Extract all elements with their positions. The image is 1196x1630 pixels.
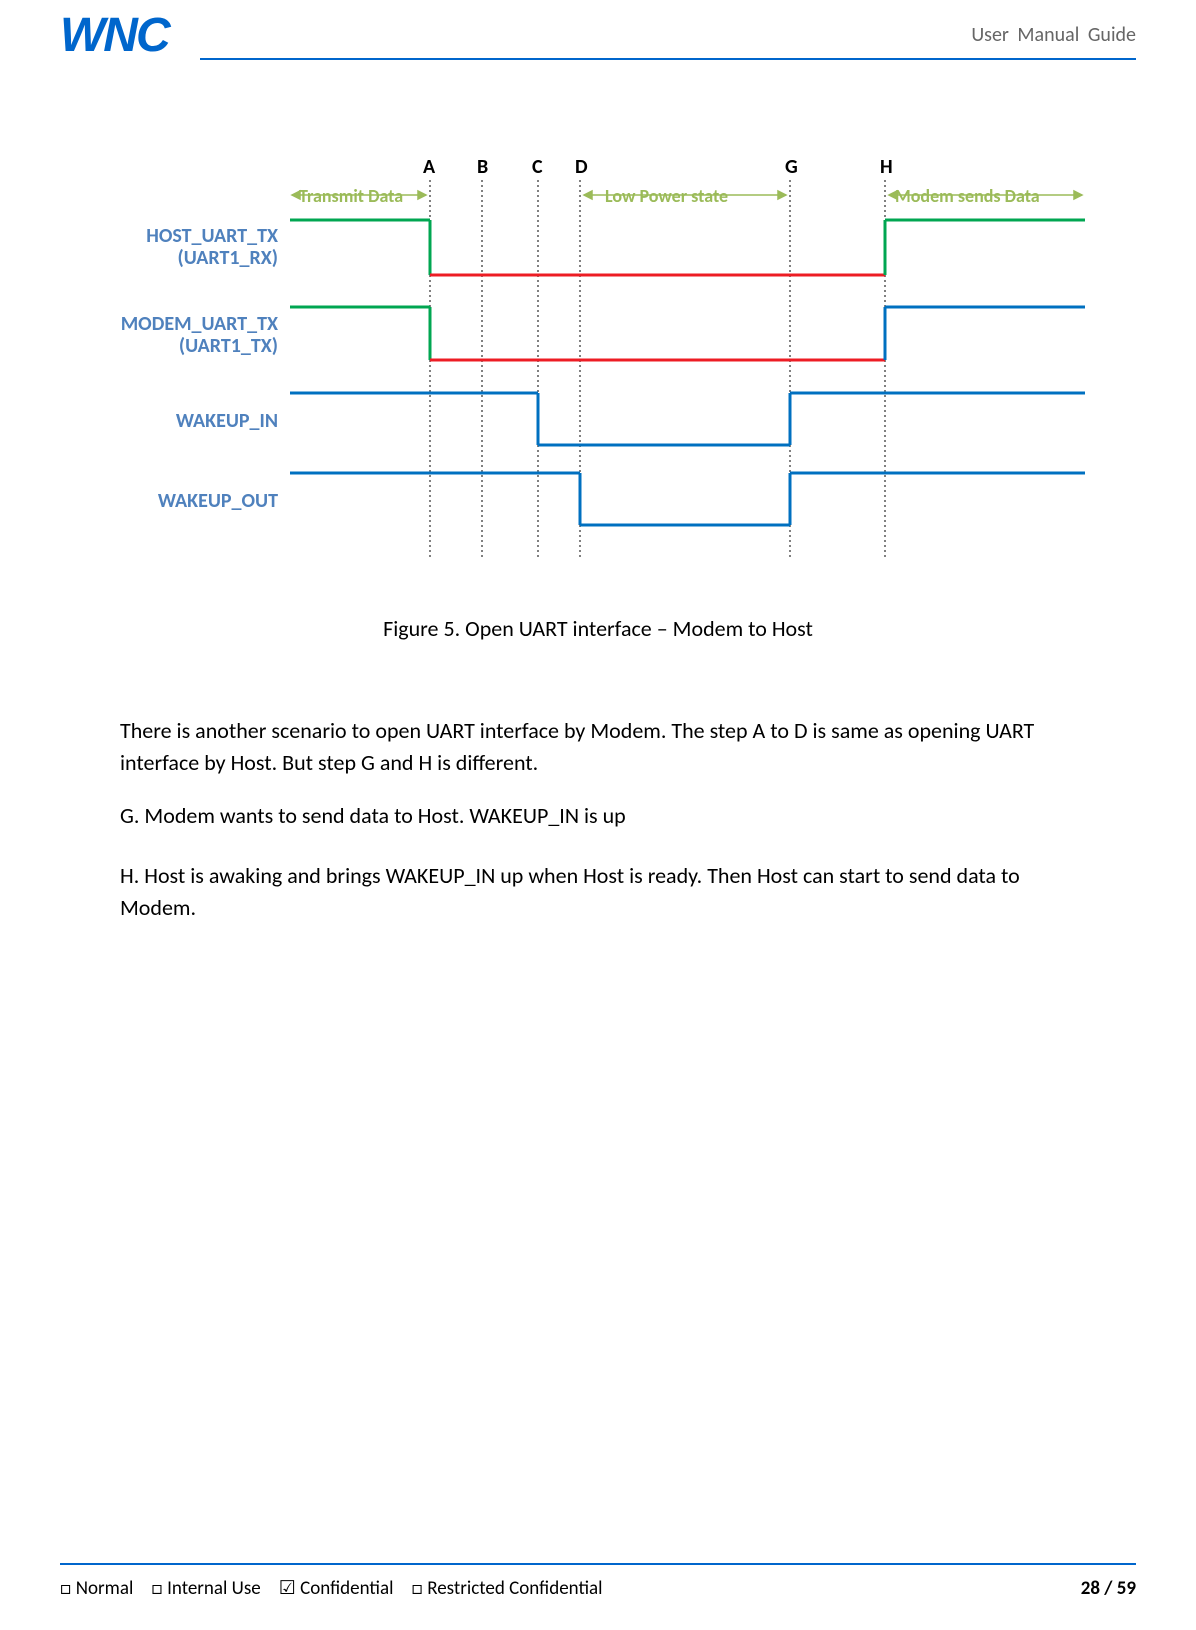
class-normal: □ Normal xyxy=(60,1577,133,1600)
footer-rule xyxy=(60,1563,1136,1565)
class-confidential: ☑ Confidential xyxy=(279,1577,394,1600)
doc-title: User Manual Guide xyxy=(971,23,1136,47)
class-restricted: □ Restricted Confidential xyxy=(411,1577,602,1600)
figure-caption: Figure 5. Open UART interface – Modem to… xyxy=(0,615,1196,642)
paragraph-2: G. Modem wants to send data to Host. WAK… xyxy=(120,800,1076,832)
logo: WNC xyxy=(60,8,169,63)
timing-diagram: A B C D G H Transmit Data Low Power stat… xyxy=(120,155,1120,595)
page-footer: □ Normal □ Internal Use ☑ Confidential □… xyxy=(60,1563,1136,1600)
page-number: 28 / 59 xyxy=(1081,1577,1136,1600)
header-rule xyxy=(200,58,1136,60)
timing-diagram-svg xyxy=(120,155,1120,595)
paragraph-3: H. Host is awaking and brings WAKEUP_IN … xyxy=(120,860,1076,924)
paragraph-1: There is another scenario to open UART i… xyxy=(120,715,1076,779)
class-internal: □ Internal Use xyxy=(151,1577,260,1600)
classification-options: □ Normal □ Internal Use ☑ Confidential □… xyxy=(60,1577,603,1600)
